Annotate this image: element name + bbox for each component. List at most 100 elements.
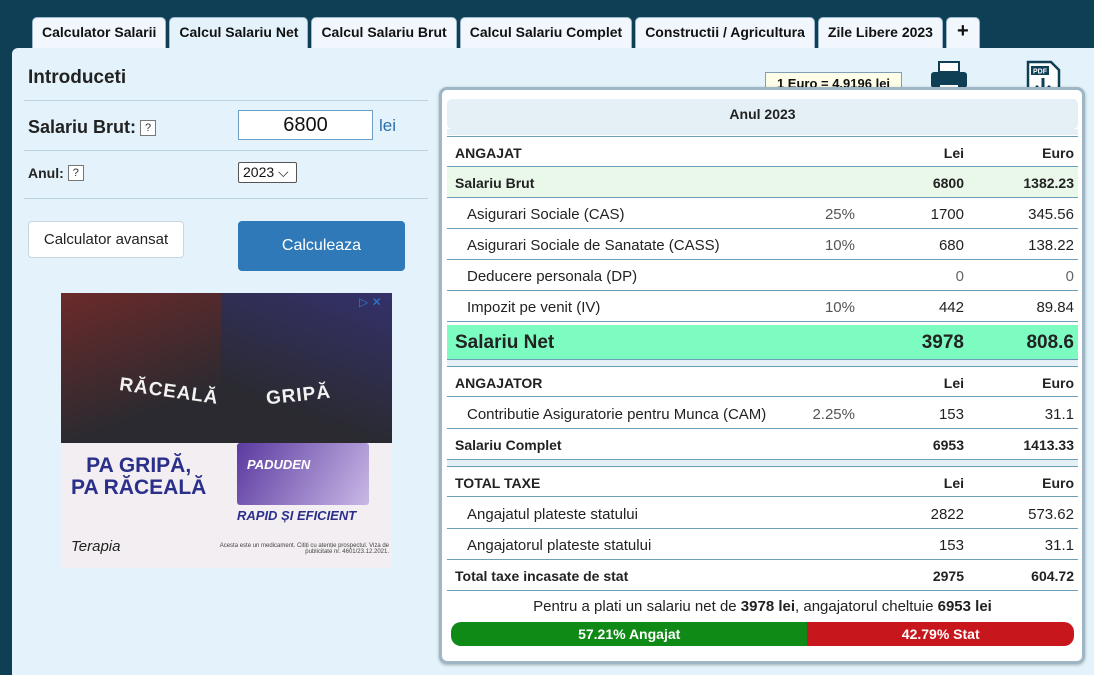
ad-slogan: PA GRIPĂ, PA RĂCEALĂ xyxy=(71,454,207,499)
tab-calcul-salariu-net[interactable]: Calcul Salariu Net xyxy=(169,17,309,50)
salariu-brut-label: Salariu Brut: ? xyxy=(28,117,157,138)
calculate-button[interactable]: Calculeaza xyxy=(238,221,405,271)
ad-product-box: PADUDEN xyxy=(237,443,369,505)
section-gap xyxy=(447,129,1078,135)
advertisement[interactable]: RĂCEALĂ GRIPĂ PA GRIPĂ, PA RĂCEALĂ PADUD… xyxy=(61,293,392,568)
row-label: Salariu Complet xyxy=(455,437,562,453)
row-euro: 31.1 xyxy=(1044,537,1074,554)
tab-bar: Calculator Salarii Calcul Salariu Net Ca… xyxy=(32,17,980,50)
summary-cost: 6953 lei xyxy=(937,598,992,615)
state-share-bar: 42.79% Stat xyxy=(807,622,1074,646)
row-label: Angajatorul plateste statului xyxy=(467,537,652,554)
form-title: Introduceti xyxy=(28,67,127,88)
total-taxe-row: Total taxe incasate de stat 2975 604.72 xyxy=(447,560,1078,591)
brut-unit-label: lei xyxy=(379,116,397,135)
row-euro: 138.22 xyxy=(1028,237,1074,254)
table-row: Impozit pe venit (IV) 10% 442 89.84 xyxy=(447,291,1078,322)
row-label: Salariu Net xyxy=(455,332,555,353)
row-lei: 2975 xyxy=(932,568,964,584)
summary-mid: , angajatorul cheltuie xyxy=(795,598,938,615)
employee-share-bar: 57.21% Angajat xyxy=(451,622,808,646)
row-lei: 680 xyxy=(938,237,964,254)
row-lei: 6800 xyxy=(932,175,964,191)
salariu-brut-label-text: Salariu Brut: xyxy=(28,117,137,137)
advanced-calculator-button[interactable]: Calculator avansat xyxy=(28,221,184,258)
salariu-net-row: Salariu Net 3978 808.6 xyxy=(447,325,1078,360)
section-title: ANGAJAT xyxy=(455,145,522,161)
row-label: Asigurari Sociale (CAS) xyxy=(467,206,625,223)
divider xyxy=(24,150,428,151)
row-euro: 604.72 xyxy=(1031,568,1074,584)
year-select[interactable]: 2023 ⌵ xyxy=(238,162,297,183)
section-title: ANGAJATOR xyxy=(455,375,543,391)
results-year-header: Anul 2023 xyxy=(447,99,1078,129)
ad-brand-logo: Terapia xyxy=(71,538,121,555)
row-label: Salariu Brut xyxy=(455,175,535,191)
row-euro: 345.56 xyxy=(1028,206,1074,223)
table-row: Angajatorul plateste statului 153 31.1 xyxy=(447,529,1078,560)
col-euro-header: Euro xyxy=(1042,475,1074,491)
angajat-header-row: ANGAJAT Lei Euro xyxy=(447,136,1078,167)
row-lei: 3978 xyxy=(921,332,964,353)
table-row: Angajatul plateste statului 2822 573.62 xyxy=(447,498,1078,529)
row-label: Total taxe incasate de stat xyxy=(455,568,629,584)
tax-split-bar: 57.21% Angajat 42.79% Stat xyxy=(451,622,1074,646)
row-lei: 442 xyxy=(938,299,964,316)
ad-close-icon[interactable]: ▷ ✕ xyxy=(359,295,382,309)
row-euro: 1413.33 xyxy=(1023,437,1074,453)
tab-calculator-salarii[interactable]: Calculator Salarii xyxy=(32,17,167,48)
row-label: Impozit pe venit (IV) xyxy=(467,299,601,316)
total-taxe-header-row: TOTAL TAXE Lei Euro xyxy=(447,466,1078,497)
row-label: Deducere personala (DP) xyxy=(467,268,638,285)
tab-zile-libere[interactable]: Zile Libere 2023 xyxy=(817,17,943,48)
row-percent: 25% xyxy=(824,206,855,223)
col-lei-header: Lei xyxy=(943,375,964,391)
row-label: Angajatul plateste statului xyxy=(467,506,638,523)
row-label: Asigurari Sociale de Sanatate (CASS) xyxy=(467,237,720,254)
table-row: Asigurari Sociale (CAS) 25% 1700 345.56 xyxy=(447,198,1078,229)
help-icon[interactable]: ? xyxy=(140,119,157,136)
add-tab-button[interactable]: + xyxy=(945,17,980,48)
divider xyxy=(24,198,428,199)
col-euro-header: Euro xyxy=(1042,145,1074,161)
salariu-brut-input[interactable]: 6800 xyxy=(238,110,373,140)
row-lei: 6953 xyxy=(932,437,964,453)
tab-constructii-agricultura[interactable]: Constructii / Agricultura xyxy=(635,17,815,48)
section-title: TOTAL TAXE xyxy=(455,475,541,491)
row-euro: 89.84 xyxy=(1036,299,1074,316)
row-lei: 2822 xyxy=(930,506,964,523)
tab-calcul-salariu-brut[interactable]: Calcul Salariu Brut xyxy=(311,17,457,48)
row-euro: 808.6 xyxy=(1026,332,1074,353)
divider xyxy=(24,100,428,101)
table-row: Deducere personala (DP) 0 0 xyxy=(447,260,1078,291)
row-euro: 573.62 xyxy=(1028,506,1074,523)
row-euro: 0 xyxy=(1065,268,1074,285)
row-lei: 0 xyxy=(955,268,964,285)
tab-calcul-salariu-complet[interactable]: Calcul Salariu Complet xyxy=(459,17,633,48)
row-percent: 10% xyxy=(824,299,855,316)
help-icon[interactable]: ? xyxy=(67,165,84,181)
row-lei: 153 xyxy=(938,537,964,554)
summary-net: 3978 lei xyxy=(740,598,796,615)
col-lei-header: Lei xyxy=(943,475,964,491)
svg-text:PDF: PDF xyxy=(1033,69,1048,76)
row-percent: 2.25% xyxy=(812,406,855,423)
anul-label: Anul: ? xyxy=(28,165,84,181)
table-row: Asigurari Sociale de Sanatate (CASS) 10%… xyxy=(447,229,1078,260)
row-lei: 153 xyxy=(938,406,964,423)
ad-legal-text: Acesta este un medicament. Citiți cu ate… xyxy=(219,543,389,555)
row-lei: 1700 xyxy=(930,206,964,223)
salariu-brut-row: Salariu Brut 6800 1382.23 xyxy=(447,167,1078,198)
salariu-complet-row: Salariu Complet 6953 1413.33 xyxy=(447,429,1078,460)
table-row: Contributie Asiguratorie pentru Munca (C… xyxy=(447,398,1078,429)
col-euro-header: Euro xyxy=(1042,375,1074,391)
row-euro: 1382.23 xyxy=(1023,175,1074,191)
col-lei-header: Lei xyxy=(943,145,964,161)
row-euro: 31.1 xyxy=(1044,406,1074,423)
ad-tagline: RAPID ȘI EFICIENT xyxy=(237,508,357,523)
anul-label-text: Anul: xyxy=(28,165,64,181)
summary-text: Pentru a plati un salariu net de 3978 le… xyxy=(447,598,1078,615)
row-percent: 10% xyxy=(824,237,855,254)
row-label: Contributie Asiguratorie pentru Munca (C… xyxy=(467,406,767,423)
summary-pre: Pentru a plati un salariu net de xyxy=(533,598,741,615)
